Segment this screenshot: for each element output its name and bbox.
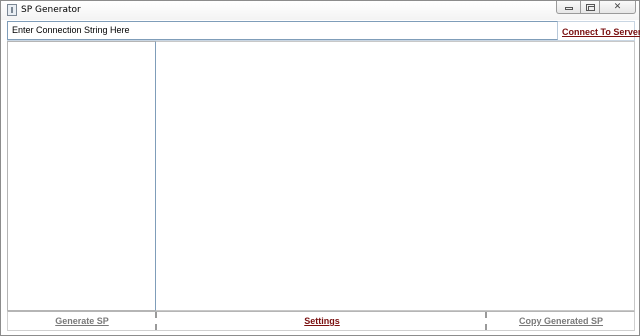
window-title: SP Generator bbox=[21, 5, 81, 15]
connection-string-input[interactable]: Enter Connection String Here bbox=[7, 21, 558, 40]
tables-list-panel[interactable] bbox=[7, 41, 156, 311]
footer-divider bbox=[485, 312, 487, 330]
window-controls: ✕ bbox=[556, 1, 636, 15]
close-button[interactable]: ✕ bbox=[599, 1, 636, 14]
settings-button[interactable]: Settings bbox=[157, 312, 487, 330]
maximize-button[interactable] bbox=[580, 1, 600, 14]
connect-to-server-link[interactable]: Connect To Server bbox=[562, 27, 640, 37]
generated-sp-output-panel[interactable] bbox=[156, 41, 635, 311]
copy-generated-sp-button[interactable]: Copy Generated SP bbox=[488, 312, 634, 330]
maximize-icon bbox=[585, 3, 595, 11]
close-icon: ✕ bbox=[613, 2, 622, 12]
title-bar[interactable]: SP Generator ✕ bbox=[1, 1, 639, 20]
minimize-icon bbox=[564, 7, 573, 10]
minimize-button[interactable] bbox=[556, 1, 581, 14]
app-window: SP Generator ✕ Enter Connection String H… bbox=[0, 0, 640, 336]
generate-sp-button[interactable]: Generate SP bbox=[8, 312, 156, 330]
footer-toolbar: Generate SP Settings Copy Generated SP bbox=[7, 311, 635, 331]
app-icon bbox=[7, 4, 17, 16]
